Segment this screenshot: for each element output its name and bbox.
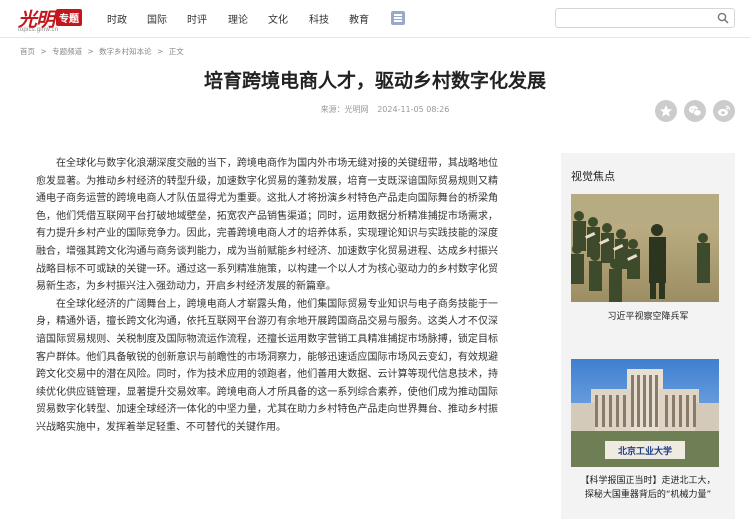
university-sign-text: 北京工业大学	[618, 445, 672, 457]
focus-caption-2-line1: 【科学报国正当时】走进北工大，	[580, 476, 716, 486]
breadcrumb: 首页 > 专题频道 > 数字乡村知本论 > 正文	[20, 46, 187, 57]
star-icon	[660, 105, 672, 117]
nav-item-international[interactable]: 国际	[147, 11, 167, 26]
nav-item-technology[interactable]: 科技	[309, 11, 329, 26]
wechat-share-button[interactable]	[684, 100, 706, 122]
focus-caption-2[interactable]: 【科学报国正当时】走进北工大， 探秘大国重器背后的“机械力量”	[561, 474, 735, 502]
article-source: 来源：光明网	[320, 105, 369, 114]
nav-item-commentary[interactable]: 时评	[187, 11, 207, 26]
xi-jinping-inspects-troops-photo	[571, 194, 719, 302]
site-logo[interactable]: 光明 专题 topics.gmw.cn	[18, 5, 88, 35]
favorite-button[interactable]	[655, 100, 677, 122]
breadcrumb-section[interactable]: 数字乡村知本论	[99, 47, 152, 56]
focus-image-2[interactable]: 北京工业大学	[571, 359, 719, 467]
visual-focus-sidebar: 视觉焦点 习近平视察空降兵军 北京工业大学 【科学报国正当时】走进北工大， 探秘…	[561, 153, 735, 519]
article-paragraph: 在全球化与数字化浪潮深度交融的当下，跨境电商作为国内外市场无缝对接的关键纽带，其…	[36, 158, 498, 293]
logo-url: topics.gmw.cn	[18, 27, 59, 33]
focus-caption-2-line2: 探秘大国重器背后的“机械力量”	[584, 490, 712, 500]
breadcrumb-topics[interactable]: 专题频道	[52, 47, 82, 56]
nav-item-politics[interactable]: 时政	[107, 11, 127, 26]
article-paragraph: 在全球化经济的广阔舞台上，跨境电商人才崭露头角，他们集国际贸易专业知识与电子商务…	[36, 298, 498, 433]
breadcrumb-sep: >	[87, 47, 94, 56]
article-title: 培育跨境电商人才，驱动乡村数字化发展	[203, 70, 546, 92]
search-icon[interactable]	[717, 12, 729, 24]
nav-item-theory[interactable]: 理论	[228, 11, 248, 26]
search-box[interactable]	[555, 8, 735, 28]
top-bar: 光明 专题 topics.gmw.cn 时政 国际 时评 理论 文化 科技 教育	[0, 0, 750, 38]
breadcrumb-home[interactable]: 首页	[20, 47, 35, 56]
article-meta: 来源：光明网 2024-11-05 08:26	[0, 104, 750, 115]
nav-item-culture[interactable]: 文化	[268, 11, 288, 26]
breadcrumb-sep: >	[40, 47, 47, 56]
breadcrumb-current: 正文	[168, 47, 184, 56]
article-date: 2024-11-05 08:26	[377, 105, 450, 114]
nav-item-education[interactable]: 教育	[349, 11, 369, 26]
sidebar-title: 视觉焦点	[571, 170, 615, 183]
breadcrumb-sep: >	[157, 47, 164, 56]
weibo-share-button[interactable]	[713, 100, 735, 122]
search-input[interactable]	[560, 11, 710, 25]
logo-tag: 专题	[56, 9, 82, 26]
wechat-icon	[688, 105, 702, 117]
focus-caption-1[interactable]: 习近平视察空降兵军	[561, 309, 735, 322]
beijing-university-of-technology-building-photo: 北京工业大学	[571, 359, 719, 467]
article-body: 在全球化与数字化浪潮深度交融的当下，跨境电商作为国内外市场无缝对接的关键纽带，其…	[36, 155, 498, 437]
focus-image-1[interactable]	[571, 194, 719, 302]
weibo-icon	[718, 105, 731, 117]
menu-grid-icon[interactable]	[391, 11, 405, 25]
